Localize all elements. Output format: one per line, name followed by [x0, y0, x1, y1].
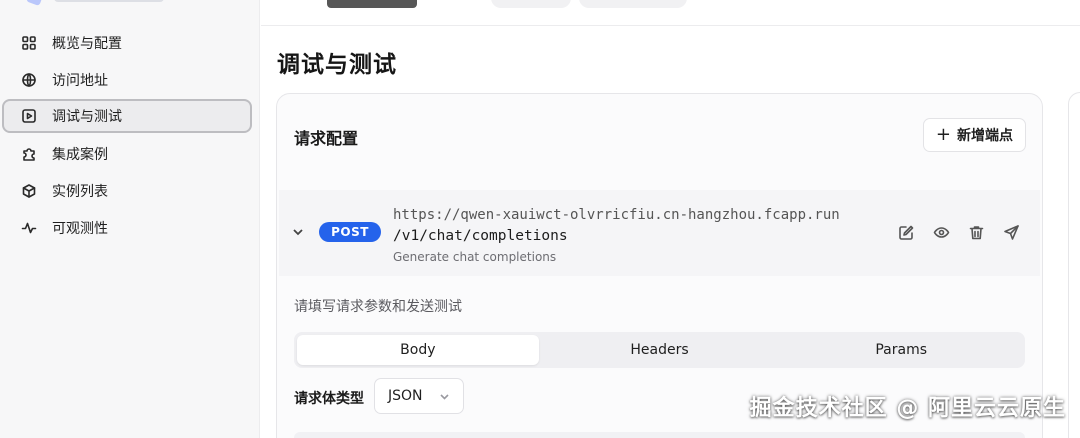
- header-title-fragment: [327, 0, 417, 8]
- body-type-value: JSON: [388, 388, 423, 404]
- top-bar: [261, 0, 1080, 26]
- method-badge: POST: [319, 222, 381, 242]
- activity-icon: [20, 219, 38, 237]
- chevron-down-icon: [440, 394, 449, 400]
- sidebar-item-integration-cases[interactable]: 集成案例: [2, 137, 252, 171]
- add-endpoint-button[interactable]: + 新增端点: [922, 118, 1026, 152]
- header-tab-fragment[interactable]: [491, 0, 571, 8]
- sidebar-item-access-address[interactable]: 访问地址: [2, 63, 252, 97]
- tab-body[interactable]: Body: [297, 335, 539, 365]
- add-endpoint-label: 新增端点: [957, 128, 1013, 144]
- page-title: 调试与测试: [277, 52, 397, 78]
- sidebar-item-debug-test[interactable]: 调试与测试: [2, 99, 252, 133]
- eye-icon[interactable]: [933, 224, 950, 241]
- tab-params[interactable]: Params: [780, 335, 1022, 365]
- sidebar-item-label: 可观测性: [52, 221, 108, 237]
- tab-headers[interactable]: Headers: [539, 335, 781, 365]
- app-logo: [26, 0, 228, 6]
- body-type-select[interactable]: JSON: [374, 378, 464, 414]
- play-square-icon: [20, 107, 38, 125]
- request-config-card: 请求配置 + 新增端点 POST https://qwen-xauiwct-ol…: [276, 93, 1043, 438]
- header-tab-fragment[interactable]: [579, 0, 687, 8]
- endpoint-actions: [898, 224, 1020, 241]
- sidebar-item-overview[interactable]: 概览与配置: [2, 26, 252, 60]
- globe-icon: [20, 71, 38, 89]
- body-type-label: 请求体类型: [294, 391, 364, 407]
- sidebar-item-label: 访问地址: [52, 73, 108, 89]
- watermark: 掘金技术社区 @ 阿里云云原生: [749, 396, 1066, 421]
- endpoint-description: Generate chat completions: [393, 250, 557, 264]
- endpoint-base-url: https://qwen-xauiwct-olvrricfiu.cn-hangz…: [393, 207, 840, 223]
- sidebar-item-label: 实例列表: [52, 184, 108, 200]
- sidebar-item-instance-list[interactable]: 实例列表: [2, 174, 252, 208]
- endpoint-path: /v1/chat/completions: [393, 228, 568, 244]
- sidebar-item-observability[interactable]: 可观测性: [2, 211, 252, 245]
- editor-area-top: [294, 432, 1025, 438]
- edit-icon[interactable]: [898, 224, 915, 241]
- sidebar-item-label: 调试与测试: [52, 109, 122, 125]
- request-hint: 请填写请求参数和发送测试: [294, 299, 462, 315]
- trash-icon[interactable]: [968, 224, 985, 241]
- card-title: 请求配置: [294, 129, 359, 148]
- cube-icon: [20, 182, 38, 200]
- grid-icon: [20, 34, 38, 52]
- sidebar-item-label: 集成案例: [52, 147, 108, 163]
- plus-icon: +: [935, 124, 951, 145]
- send-icon[interactable]: [1003, 224, 1020, 241]
- endpoint-row[interactable]: POST https://qwen-xauiwct-olvrricfiu.cn-…: [279, 190, 1040, 276]
- sidebar-item-label: 概览与配置: [52, 36, 122, 52]
- right-panel-edge: [1068, 92, 1080, 438]
- sidebar: 概览与配置 访问地址 调试与测试 集成案例 实例列表 可观测性: [0, 0, 260, 438]
- request-tabs: Body Headers Params: [294, 332, 1025, 368]
- puzzle-icon: [20, 145, 38, 163]
- chevron-down-icon[interactable]: [291, 224, 305, 238]
